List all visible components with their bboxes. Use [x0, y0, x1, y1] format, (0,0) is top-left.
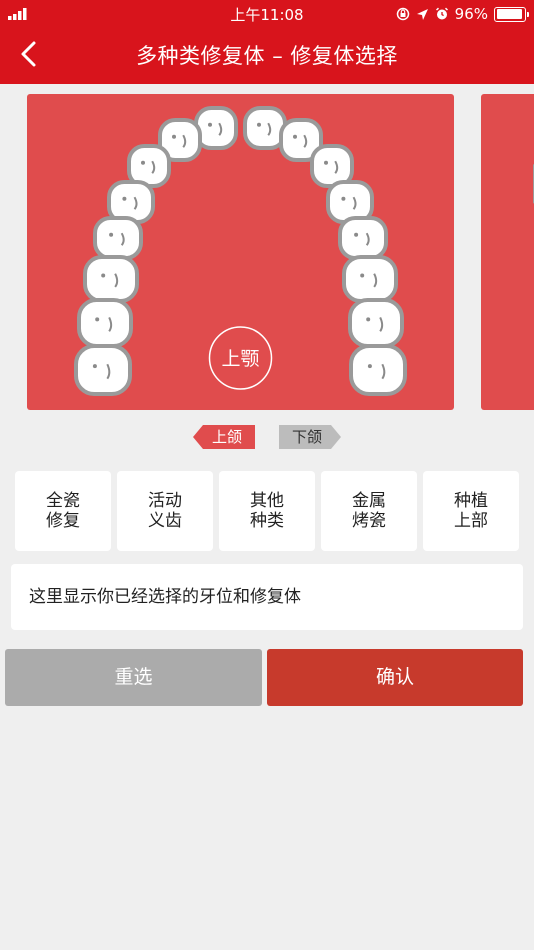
back-button[interactable] [14, 38, 46, 70]
battery-fill [496, 9, 523, 19]
tooth-left-6[interactable] [83, 255, 139, 303]
tooth-right-5[interactable] [338, 216, 388, 260]
type-label-line2: 烤瓷 [352, 511, 386, 531]
jaw-label-circle: 上颚 [208, 326, 273, 390]
jaw-switcher: 上颌 下颌 [0, 425, 534, 451]
type-label-line1: 金属 [352, 491, 386, 511]
navigation-bar: 多种类修复体 – 修复体选择 [0, 28, 534, 80]
tooth-left-8[interactable] [74, 344, 132, 396]
restoration-type-list: 全瓷 修复 活动 义齿 其他 种类 金属 烤瓷 种植 上部 [15, 471, 519, 551]
type-button-all-ceramic[interactable]: 全瓷 修复 [15, 471, 111, 551]
battery-percentage: 96% [454, 5, 488, 23]
type-label-line1: 活动 [148, 491, 182, 511]
tooth-right-8[interactable] [349, 344, 407, 396]
tooth-right-7[interactable] [348, 298, 404, 348]
type-button-other[interactable]: 其他 种类 [219, 471, 315, 551]
lower-jaw-teeth-peek [533, 164, 534, 204]
type-button-porcelain-fused-metal[interactable]: 金属 烤瓷 [321, 471, 417, 551]
alarm-icon [435, 7, 448, 20]
tooth-right-6[interactable] [342, 255, 398, 303]
confirm-button[interactable]: 确认 [267, 649, 523, 706]
type-button-implant-superstructure[interactable]: 种植 上部 [423, 471, 519, 551]
page-title: 多种类修复体 – 修复体选择 [136, 44, 398, 68]
type-label-line2: 修复 [46, 511, 80, 531]
upper-jaw-chart: 上颚 [27, 94, 454, 410]
tooth-left-5[interactable] [93, 216, 143, 260]
type-label-line2: 义齿 [148, 511, 182, 531]
tab-lower-jaw[interactable]: 下颌 [279, 425, 341, 449]
selection-display: 这里显示你已经选择的牙位和修复体 [11, 564, 523, 630]
battery-icon [494, 6, 529, 22]
status-right: 96% [396, 4, 529, 24]
lower-jaw-chart-peek[interactable] [481, 94, 534, 410]
type-button-removable-denture[interactable]: 活动 义齿 [117, 471, 213, 551]
type-label-line1: 全瓷 [46, 491, 80, 511]
location-icon [416, 8, 428, 20]
status-bar: 上午11:08 96% [0, 0, 534, 28]
jaw-label: 上颚 [221, 348, 259, 370]
type-label-line2: 上部 [454, 511, 488, 531]
orientation-lock-icon [396, 7, 409, 21]
type-label-line1: 其他 [250, 491, 284, 511]
type-label-line1: 种植 [454, 491, 488, 511]
app-header: 上午11:08 96% 多种类修复体 – 修复体选择 [0, 0, 534, 84]
tooth-left-7[interactable] [77, 298, 133, 348]
tab-upper-jaw[interactable]: 上颌 [193, 425, 255, 449]
reset-button[interactable]: 重选 [5, 649, 262, 706]
tooth-chart: 上颚 [74, 106, 407, 396]
type-label-line2: 种类 [250, 511, 284, 531]
